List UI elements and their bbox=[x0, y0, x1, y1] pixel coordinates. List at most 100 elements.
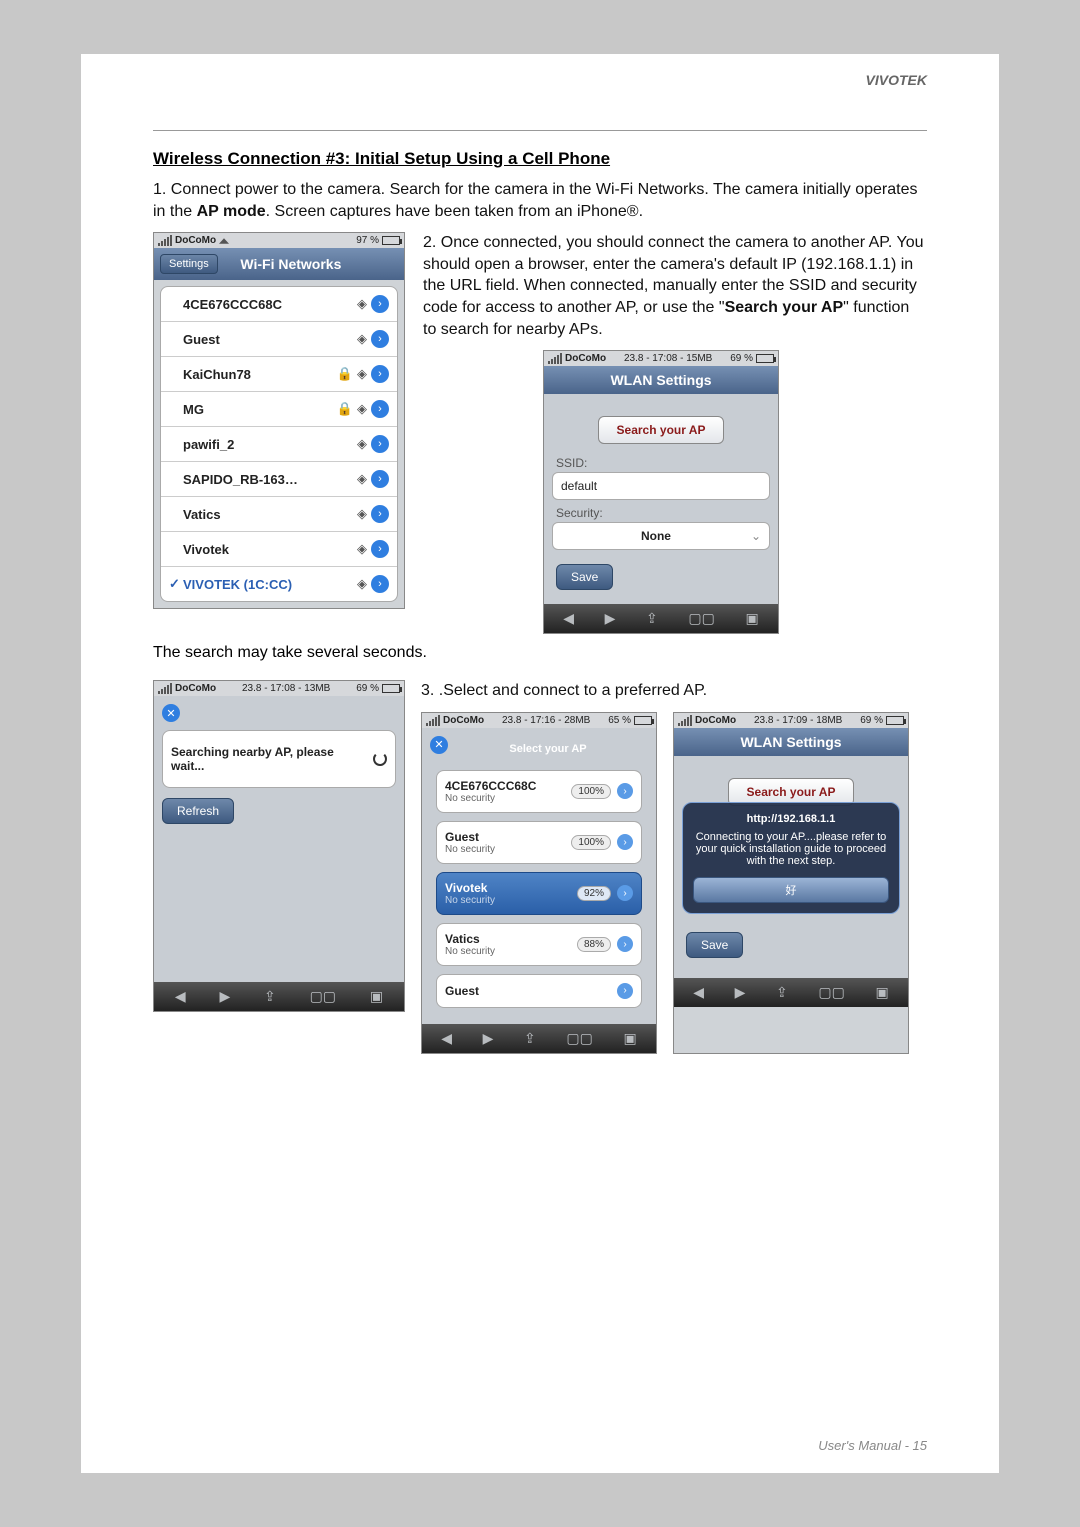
navbar: WLAN Settings bbox=[674, 728, 908, 756]
select-ap-screenshot: DoCoMo 23.8 - 17:16 - 28MB 65 % ✕Select … bbox=[421, 712, 657, 1054]
forward-icon[interactable]: ▶ bbox=[735, 984, 746, 1001]
bookmarks-icon[interactable]: ▢▢ bbox=[688, 610, 714, 627]
save-button[interactable]: Save bbox=[686, 932, 743, 958]
browser-toolbar: ◀ ▶ ⇪ ▢▢ ▣ bbox=[544, 604, 778, 633]
step-3-text: 3. .Select and connect to a preferred AP… bbox=[421, 680, 927, 702]
settings-back-button[interactable]: Settings bbox=[160, 254, 218, 274]
detail-arrow-icon[interactable]: › bbox=[371, 330, 389, 348]
tabs-icon[interactable]: ▣ bbox=[745, 610, 758, 627]
detail-arrow-icon[interactable]: › bbox=[371, 400, 389, 418]
go-arrow-icon[interactable]: › bbox=[617, 885, 633, 901]
share-icon[interactable]: ⇪ bbox=[264, 988, 276, 1005]
battery-pct: 65 % bbox=[608, 715, 631, 726]
text: Searching nearby AP, please wait... bbox=[171, 745, 367, 773]
detail-arrow-icon[interactable]: › bbox=[371, 435, 389, 453]
wifi-row[interactable]: ✓VIVOTEK (1C:CC)◈› bbox=[161, 567, 397, 601]
wifi-icon: ◈ bbox=[357, 471, 367, 487]
status-center: 23.8 - 17:16 - 28MB bbox=[502, 715, 590, 726]
tabs-icon[interactable]: ▣ bbox=[875, 984, 888, 1001]
ap-row[interactable]: 4CE676CCC68CNo security100%› bbox=[436, 770, 642, 813]
ap-row[interactable]: VaticsNo security88%› bbox=[436, 923, 642, 966]
go-arrow-icon[interactable]: › bbox=[617, 936, 633, 952]
wifi-row[interactable]: Vivotek◈› bbox=[161, 532, 397, 567]
refresh-button[interactable]: Refresh bbox=[162, 798, 234, 824]
battery-pct: 69 % bbox=[356, 683, 379, 694]
wifi-row[interactable]: 4CE676CCC68C◈› bbox=[161, 287, 397, 322]
close-icon[interactable]: ✕ bbox=[162, 704, 180, 722]
share-icon[interactable]: ⇪ bbox=[776, 984, 788, 1001]
go-arrow-icon[interactable]: › bbox=[617, 983, 633, 999]
bookmarks-icon[interactable]: ▢▢ bbox=[566, 1030, 592, 1047]
status-center: 23.8 - 17:09 - 18MB bbox=[754, 715, 842, 726]
status-center: 23.8 - 17:08 - 13MB bbox=[242, 683, 330, 694]
wifi-row[interactable]: Vatics◈› bbox=[161, 497, 397, 532]
browser-toolbar: ◀ ▶ ⇪ ▢▢ ▣ bbox=[422, 1024, 656, 1053]
text: . Screen captures have been taken from a… bbox=[266, 203, 643, 220]
search-your-ap-button[interactable]: Search your AP bbox=[598, 416, 725, 444]
ap-row[interactable]: Guest› bbox=[436, 974, 642, 1008]
bookmarks-icon[interactable]: ▢▢ bbox=[310, 988, 336, 1005]
close-icon[interactable]: ✕ bbox=[430, 736, 448, 754]
manual-page: VIVOTEK Wireless Connection #3: Initial … bbox=[81, 54, 999, 1473]
wifi-row[interactable]: SAPIDO_RB-163…◈› bbox=[161, 462, 397, 497]
forward-icon[interactable]: ▶ bbox=[483, 1030, 494, 1047]
wifi-row[interactable]: MG🔒◈› bbox=[161, 392, 397, 427]
carrier: DoCoMo bbox=[175, 683, 216, 694]
detail-arrow-icon[interactable]: › bbox=[371, 540, 389, 558]
back-icon[interactable]: ◀ bbox=[693, 984, 704, 1001]
wifi-row[interactable]: KaiChun78🔒◈› bbox=[161, 357, 397, 392]
divider bbox=[153, 130, 927, 131]
security-label: Security: bbox=[556, 506, 766, 520]
detail-arrow-icon[interactable]: › bbox=[371, 365, 389, 383]
status-bar: DoCoMo 23.8 - 17:08 - 15MB 69 % bbox=[544, 351, 778, 366]
forward-icon[interactable]: ▶ bbox=[605, 610, 616, 627]
save-button[interactable]: Save bbox=[556, 564, 613, 590]
wifi-icon bbox=[219, 238, 229, 244]
share-icon[interactable]: ⇪ bbox=[524, 1030, 536, 1047]
back-icon[interactable]: ◀ bbox=[441, 1030, 452, 1047]
detail-arrow-icon[interactable]: › bbox=[371, 470, 389, 488]
wifi-icon: ◈ bbox=[357, 436, 367, 452]
lock-icon: 🔒 bbox=[337, 366, 353, 382]
signal-icon bbox=[678, 715, 692, 726]
popup-ok-button[interactable]: 好 bbox=[693, 877, 889, 903]
ap-row[interactable]: GuestNo security100%› bbox=[436, 821, 642, 864]
signal-icon bbox=[426, 715, 440, 726]
battery-icon bbox=[382, 236, 400, 245]
go-arrow-icon[interactable]: › bbox=[617, 834, 633, 850]
go-arrow-icon[interactable]: › bbox=[617, 783, 633, 799]
bookmarks-icon[interactable]: ▢▢ bbox=[818, 984, 844, 1001]
detail-arrow-icon[interactable]: › bbox=[371, 575, 389, 593]
browser-toolbar: ◀ ▶ ⇪ ▢▢ ▣ bbox=[674, 978, 908, 1007]
page-footer: User's Manual - 15 bbox=[818, 1438, 927, 1453]
wifi-icon: ◈ bbox=[357, 366, 367, 382]
wifi-row[interactable]: pawifi_2◈› bbox=[161, 427, 397, 462]
detail-arrow-icon[interactable]: › bbox=[371, 505, 389, 523]
chevron-down-icon: ⌄ bbox=[751, 529, 761, 543]
step-2-text: 2. Once connected, you should connect th… bbox=[423, 232, 927, 340]
carrier: DoCoMo bbox=[175, 235, 216, 246]
security-value: None bbox=[561, 529, 751, 543]
wlan-settings-screenshot: DoCoMo 23.8 - 17:08 - 15MB 69 % WLAN Set… bbox=[543, 350, 779, 634]
battery-pct: 69 % bbox=[860, 715, 883, 726]
wifi-icon: ◈ bbox=[357, 541, 367, 557]
status-bar: DoCoMo 23.8 - 17:09 - 18MB 69 % bbox=[674, 713, 908, 728]
ssid-value: default bbox=[561, 479, 761, 493]
ap-row[interactable]: VivotekNo security92%› bbox=[436, 872, 642, 915]
wifi-row[interactable]: Guest◈› bbox=[161, 322, 397, 357]
detail-arrow-icon[interactable]: › bbox=[371, 295, 389, 313]
back-icon[interactable]: ◀ bbox=[563, 610, 574, 627]
security-field[interactable]: None⌄ bbox=[552, 522, 770, 550]
wifi-networks-screenshot: DoCoMo 97 % Settings Wi-Fi Networks 4CE6… bbox=[153, 232, 405, 609]
tabs-icon[interactable]: ▣ bbox=[370, 988, 383, 1005]
share-icon[interactable]: ⇪ bbox=[646, 610, 658, 627]
search-caption: The search may take several seconds. bbox=[153, 644, 927, 662]
status-bar: DoCoMo 23.8 - 17:16 - 28MB 65 % bbox=[422, 713, 656, 728]
back-icon[interactable]: ◀ bbox=[175, 988, 186, 1005]
searching-message: Searching nearby AP, please wait... bbox=[162, 730, 396, 788]
ssid-field[interactable]: default bbox=[552, 472, 770, 500]
bold: Search your AP bbox=[725, 299, 844, 316]
forward-icon[interactable]: ▶ bbox=[219, 988, 230, 1005]
tabs-icon[interactable]: ▣ bbox=[623, 1030, 636, 1047]
wifi-icon: ◈ bbox=[357, 576, 367, 592]
